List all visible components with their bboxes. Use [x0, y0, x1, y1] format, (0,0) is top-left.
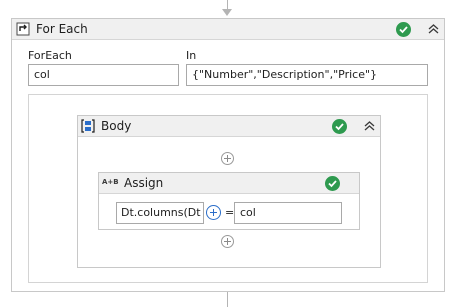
- add-activity-icon[interactable]: [221, 235, 234, 248]
- sequence-icon: [81, 119, 95, 133]
- add-variable-icon[interactable]: [206, 205, 221, 220]
- in-collection-field[interactable]: {"Number","Description","Price"}: [186, 64, 428, 86]
- foreach-icon: [16, 22, 30, 36]
- foreach-label: ForEach: [28, 49, 72, 62]
- assign-header[interactable]: A+B Assign: [99, 173, 359, 194]
- valid-check-icon: [325, 176, 340, 191]
- add-activity-icon[interactable]: [221, 152, 234, 165]
- assign-to-field[interactable]: Dt.columns(Dt: [116, 202, 204, 224]
- body-title: Body: [101, 119, 132, 133]
- in-label: In: [186, 49, 197, 62]
- assign-icon: A+B: [102, 178, 119, 186]
- valid-check-icon: [396, 22, 411, 37]
- assign-title: Assign: [124, 176, 164, 190]
- collapse-chevron-icon[interactable]: [426, 22, 441, 37]
- valid-check-icon: [332, 119, 347, 134]
- equals-sign: =: [225, 206, 235, 219]
- foreach-variable-field[interactable]: col: [28, 64, 179, 86]
- body-container: Body A+B Assign Dt.columns(Dt = col: [28, 94, 428, 283]
- for-each-title: For Each: [36, 22, 88, 36]
- for-each-header[interactable]: For Each: [12, 19, 444, 40]
- body-header[interactable]: Body: [78, 116, 380, 137]
- body-sequence-activity[interactable]: Body A+B Assign Dt.columns(Dt = col: [77, 115, 381, 268]
- assign-value-field[interactable]: col: [234, 202, 342, 224]
- collapse-chevron-icon[interactable]: [362, 119, 377, 134]
- connector-arrow-icon: [222, 9, 232, 16]
- for-each-activity[interactable]: For Each ForEach col In {"Number","Descr…: [11, 18, 445, 292]
- assign-activity[interactable]: A+B Assign Dt.columns(Dt = col: [98, 172, 360, 230]
- connector-line-bottom: [227, 292, 228, 307]
